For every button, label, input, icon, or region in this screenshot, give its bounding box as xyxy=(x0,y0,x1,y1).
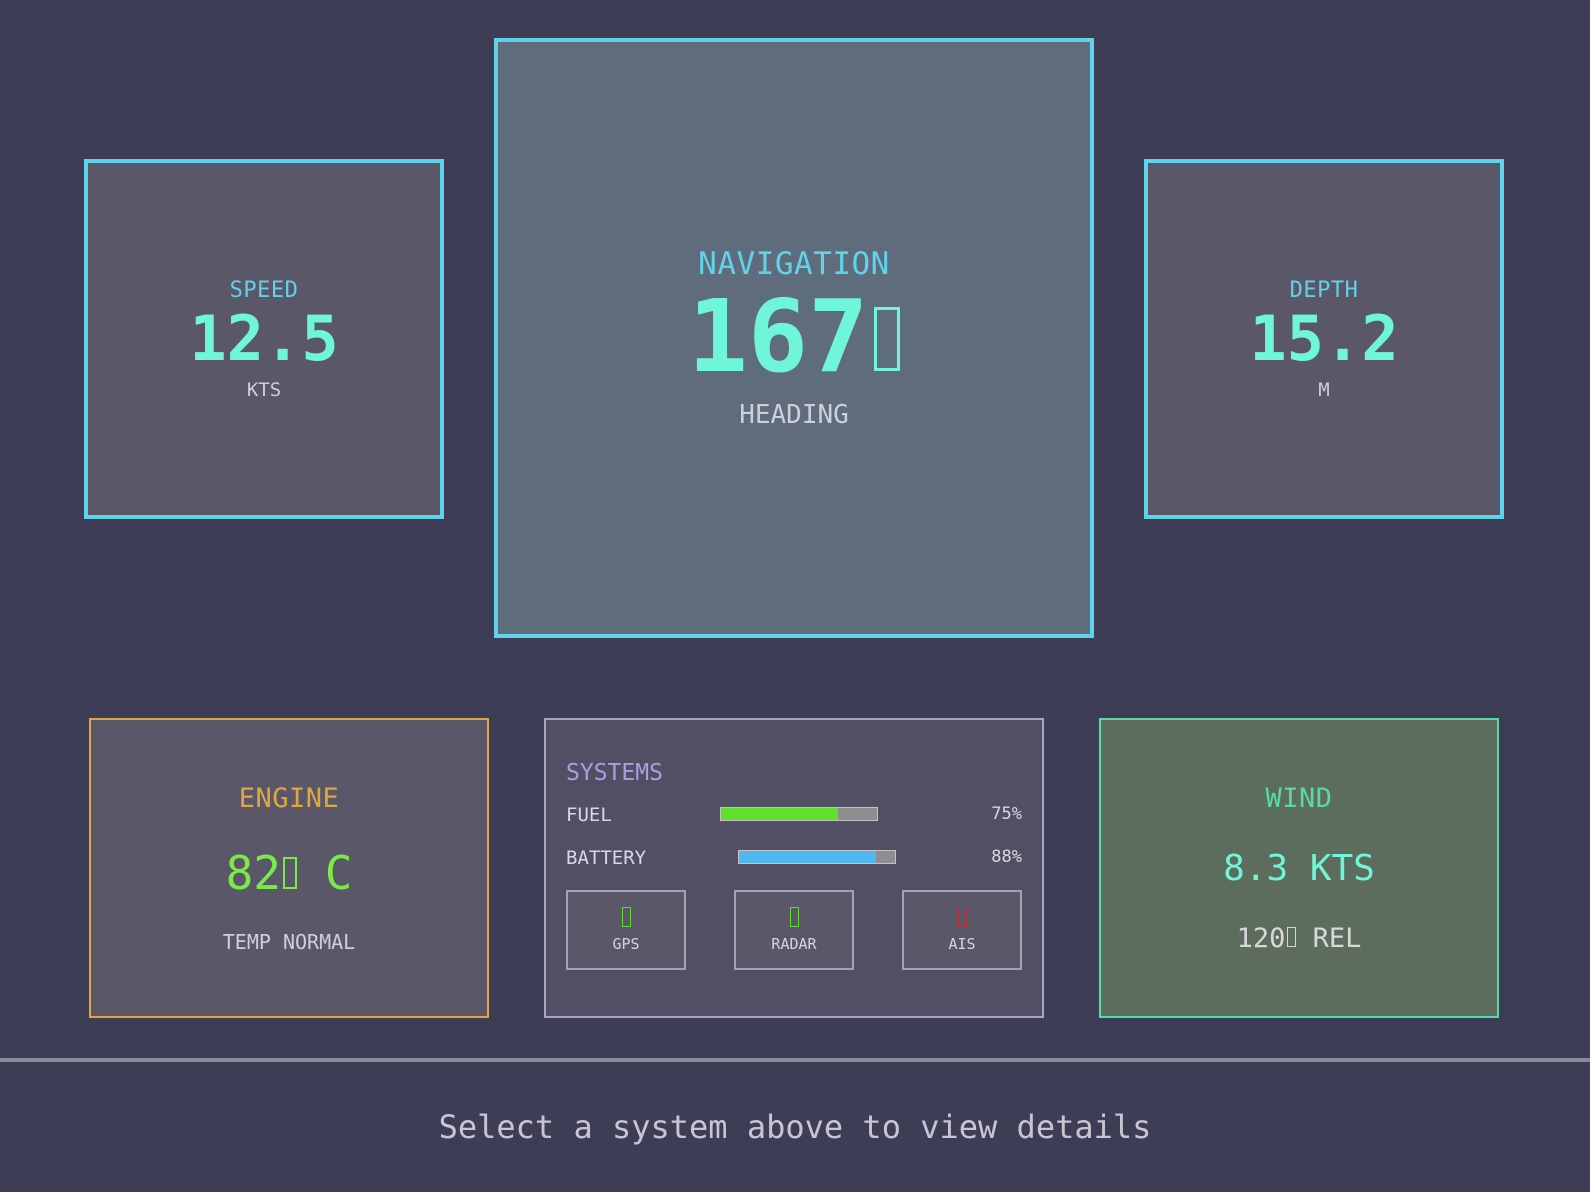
wind-speed: 8.3 KTS xyxy=(1223,847,1375,889)
systems-title: SYSTEMS xyxy=(566,760,663,786)
radar-status-icon xyxy=(789,907,799,927)
gps-status-icon xyxy=(621,907,631,927)
speed-label: SPEED xyxy=(229,277,299,303)
depth-label: DEPTH xyxy=(1289,277,1359,303)
battery-label: BATTERY xyxy=(566,847,647,869)
speed-card[interactable]: SPEED 12.5 KTS xyxy=(84,159,444,519)
battery-percent: 88% xyxy=(991,847,1022,867)
engine-label: ENGINE xyxy=(238,782,340,814)
wind-direction: 120 REL xyxy=(1237,923,1362,954)
fuel-meter: FUEL 75% xyxy=(566,804,1022,828)
dashboard: SPEED 12.5 KTS NAVIGATION 167 HEADING DE… xyxy=(0,0,1590,1192)
battery-meter: BATTERY 88% xyxy=(566,847,1022,871)
depth-value: 15.2 xyxy=(1249,301,1399,375)
system-status-row: GPS RADAR AIS xyxy=(566,890,1022,970)
depth-unit: M xyxy=(1318,378,1330,401)
fuel-label: FUEL xyxy=(566,804,612,826)
speed-value: 12.5 xyxy=(189,301,339,375)
fuel-bar xyxy=(720,807,878,821)
systems-panel: SYSTEMS FUEL 75% BATTERY 88% GPS RADAR A… xyxy=(544,718,1044,1018)
ais-label: AIS xyxy=(948,935,976,953)
wind-direction-suffix: REL xyxy=(1296,922,1362,954)
engine-card[interactable]: ENGINE 82 C TEMP NORMAL xyxy=(89,718,489,1018)
wind-direction-number: 120 xyxy=(1236,922,1286,954)
engine-temp-number: 82 xyxy=(225,845,281,900)
engine-status: TEMP NORMAL xyxy=(222,929,356,954)
heading-number: 167 xyxy=(687,278,869,395)
wind-card[interactable]: WIND 8.3 KTS 120 REL xyxy=(1099,718,1499,1018)
wind-label: WIND xyxy=(1265,782,1333,814)
radar-status-button[interactable]: RADAR xyxy=(734,890,854,970)
depth-card[interactable]: DEPTH 15.2 M xyxy=(1144,159,1504,519)
details-prompt: Select a system above to view details xyxy=(438,1108,1152,1146)
heading-value: 167 xyxy=(688,282,901,392)
footer-divider xyxy=(0,1058,1590,1062)
fuel-bar-fill xyxy=(721,808,838,820)
degree-glyph-icon xyxy=(283,856,297,889)
ais-status-icon xyxy=(957,907,967,927)
engine-temp-value: 82 C xyxy=(226,846,353,900)
ais-status-button[interactable]: AIS xyxy=(902,890,1022,970)
heading-unit: HEADING xyxy=(739,400,849,430)
gps-label: GPS xyxy=(612,935,640,953)
gps-status-button[interactable]: GPS xyxy=(566,890,686,970)
battery-bar xyxy=(738,850,896,864)
battery-bar-fill xyxy=(739,851,877,863)
navigation-card[interactable]: NAVIGATION 167 HEADING xyxy=(494,38,1094,638)
engine-temp-unit: C xyxy=(297,845,353,900)
speed-unit: KTS xyxy=(246,378,282,401)
radar-label: RADAR xyxy=(771,935,817,953)
degree-glyph-icon xyxy=(874,307,901,371)
navigation-label: NAVIGATION xyxy=(698,246,890,282)
fuel-percent: 75% xyxy=(991,804,1022,824)
